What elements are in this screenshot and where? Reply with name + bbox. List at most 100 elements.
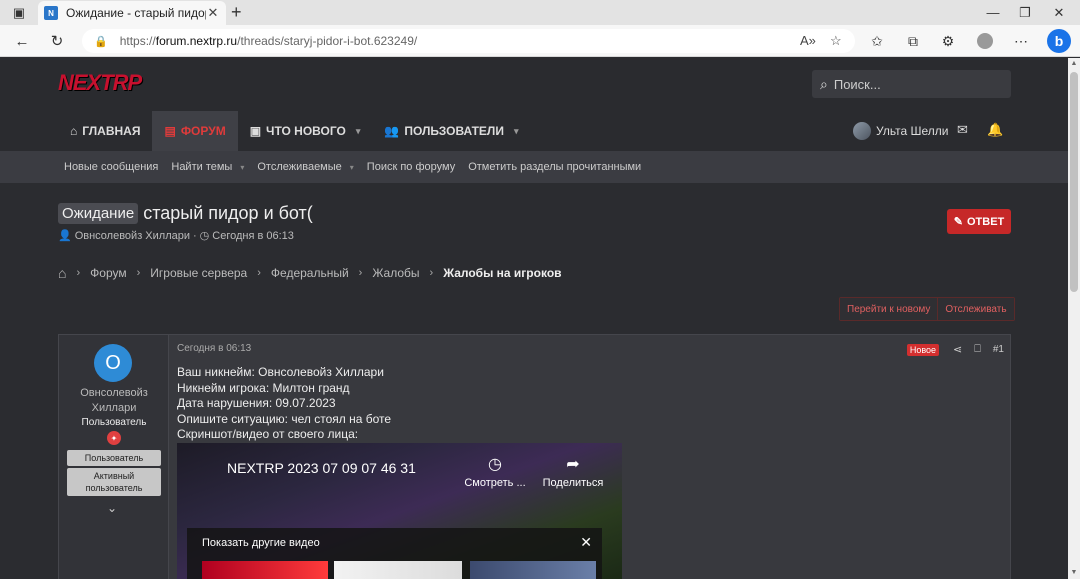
url-protocol: https:// [119, 34, 156, 48]
page-title: старый пидор и бот( [143, 203, 313, 223]
news-icon: ▣ [249, 124, 262, 138]
bell-icon[interactable]: 🔔 [987, 122, 1003, 138]
breadcrumb-item[interactable]: Федеральный [271, 266, 349, 280]
subnav-find-threads[interactable]: Найти темы ▾ [171, 161, 244, 173]
post-line: Ваш никнейм: Овнсолевойз Хиллари [177, 365, 384, 379]
post-line: Скриншот/видео от своего лица: [177, 427, 359, 441]
url-input[interactable]: 🔒 https://forum.nextrp.ru/threads/staryj… [82, 29, 855, 53]
search-placeholder: Поиск... [833, 76, 881, 92]
user-banner: Активный пользователь [67, 468, 161, 496]
subnav-label: Найти темы [171, 161, 233, 173]
scroll-up-icon[interactable]: ▲ [1068, 58, 1080, 70]
nav-home-label: Главная [82, 124, 141, 138]
clock-icon: ◷ [199, 230, 210, 242]
nav-home[interactable]: ⌂ Главная [58, 111, 152, 151]
breadcrumb-item[interactable]: Игровые сервера [150, 266, 247, 280]
video-thumbnail[interactable] [470, 561, 596, 579]
user-menu[interactable]: Ульта Шелли [853, 122, 949, 140]
post-username[interactable]: Овнсолевойз Хиллари [59, 386, 169, 416]
share-arrow-icon: ➦ [566, 456, 580, 473]
subnav-search-forum[interactable]: Поиск по форуму [367, 161, 455, 173]
post-line: Дата нарушения: 09.07.2023 [177, 396, 336, 410]
breadcrumb-current[interactable]: Жалобы на игроков [443, 266, 561, 280]
thread-tools: Перейти к новому Отслеживать [839, 297, 1015, 321]
minimize-icon[interactable]: — [978, 0, 1008, 25]
new-tab-icon[interactable]: + [231, 2, 242, 23]
more-menu-icon[interactable]: ⋯ [1011, 31, 1031, 51]
avatar[interactable]: O [94, 344, 132, 382]
subnav-mark-read[interactable]: Отметить разделы прочитанными [468, 161, 641, 173]
goto-new-button[interactable]: Перейти к новому [840, 298, 938, 320]
close-icon[interactable]: ✕ [580, 534, 592, 551]
nav-users-label: Пользователи [404, 124, 504, 138]
site-favicon-icon: N [44, 6, 58, 20]
thread-author[interactable]: Овнсолевойз Хиллари [75, 230, 190, 242]
page-scrollbar[interactable]: ▲ ▼ [1068, 58, 1080, 579]
collections-icon[interactable]: ⧉ [903, 31, 923, 51]
chevron-down-icon[interactable]: ▾ [356, 126, 361, 137]
chevron-down-icon: ▾ [240, 162, 245, 172]
thread-prefix[interactable]: Ожидание [58, 203, 139, 224]
breadcrumb-item[interactable]: Жалобы [372, 266, 419, 280]
scroll-thumb[interactable] [1070, 72, 1078, 292]
post-date[interactable]: Сегодня в 06:13 [177, 343, 251, 354]
breadcrumb-item[interactable]: Форум [90, 266, 126, 280]
nav-whats-new-label: Что нового [266, 124, 346, 138]
avatar [853, 122, 871, 140]
browser-tab[interactable]: N Ожидание - старый пидор и бот( ✕ [38, 1, 226, 25]
reply-button[interactable]: ✎ ОТВЕТ [947, 209, 1011, 234]
chevron-down-icon[interactable]: ⌄ [107, 501, 117, 515]
chevron-right-icon: › [358, 267, 363, 279]
back-icon[interactable]: ← [10, 29, 34, 53]
thread-date[interactable]: Сегодня в 06:13 [212, 230, 294, 242]
subnav-new-posts[interactable]: Новые сообщения [64, 161, 158, 173]
profile-avatar-icon[interactable] [975, 31, 995, 51]
chevron-down-icon[interactable]: ▾ [514, 126, 519, 137]
user-icon: 👤 [58, 230, 72, 242]
favorite-star-icon[interactable]: ☆ [830, 33, 842, 49]
subnav-label: Новые сообщения [64, 161, 159, 173]
main-nav: ⌂ Главная ▤ Форум ▣ Что нового ▾ 👥 Польз… [58, 111, 531, 151]
subnav-watched[interactable]: Отслеживаемые ▾ [257, 161, 353, 173]
chevron-right-icon: › [76, 267, 81, 279]
share-icon[interactable]: ⋖ [953, 343, 962, 356]
bookmark-icon[interactable]: ⎕ [974, 343, 981, 356]
watch-later-button[interactable]: ◷ Смотреть ... [461, 454, 529, 489]
thread-title-row: Ожидание старый пидор и бот( [58, 203, 313, 224]
restore-icon[interactable]: ❐ [1010, 0, 1040, 25]
search-icon: ⌕ [820, 75, 828, 92]
nav-forum[interactable]: ▤ Форум [152, 111, 238, 151]
refresh-icon[interactable]: ↻ [45, 29, 69, 53]
inbox-icon[interactable]: ✉ [957, 122, 968, 138]
watch-button[interactable]: Отслеживать [937, 298, 1014, 320]
share-button[interactable]: ➦ Поделиться [539, 454, 607, 489]
video-title[interactable]: NEXTRP 2023 07 09 07 46 31 [227, 460, 416, 476]
tab-actions-icon[interactable]: ▣ [4, 0, 34, 25]
site-logo[interactable]: NEXTRP [58, 70, 142, 96]
forum-icon: ▤ [164, 124, 176, 138]
favorites-icon[interactable]: ✩ [867, 31, 887, 51]
chevron-right-icon: › [136, 267, 141, 279]
share-label: Поделиться [542, 477, 604, 489]
read-aloud-icon[interactable]: A» [800, 33, 816, 48]
nav-users[interactable]: 👥 Пользователи ▾ [372, 111, 530, 151]
post-user-sidebar: O Овнсолевойз Хиллари Пользователь ✦ Пол… [59, 335, 169, 579]
video-embed[interactable]: NEXTRP 2023 07 09 07 46 31 ◷ Смотреть ..… [177, 443, 622, 579]
video-thumbnail[interactable] [202, 561, 328, 579]
nav-forum-label: Форум [180, 124, 226, 138]
extensions-icon[interactable]: ⚙ [938, 31, 958, 51]
more-videos-panel: Показать другие видео ✕ [187, 528, 602, 579]
home-icon[interactable]: ⌂ [58, 265, 66, 281]
video-thumbnail[interactable] [334, 561, 462, 579]
tab-close-icon[interactable]: ✕ [206, 5, 220, 21]
subnav-label: Отметить разделы прочитанными [468, 161, 642, 173]
address-toolbar: ← ↻ 🔒 https://forum.nextrp.ru/threads/st… [0, 25, 1080, 57]
url-host: forum.nextrp.ru [155, 34, 238, 48]
nav-whats-new[interactable]: ▣ Что нового ▾ [238, 111, 373, 151]
subnav-label: Отслеживаемые [257, 161, 342, 173]
bing-icon[interactable]: b [1047, 29, 1071, 53]
post-number[interactable]: #1 [993, 344, 1004, 355]
close-window-icon[interactable]: ✕ [1044, 0, 1074, 25]
scroll-down-icon[interactable]: ▼ [1068, 567, 1080, 579]
search-input[interactable]: ⌕ Поиск... [812, 70, 1011, 98]
